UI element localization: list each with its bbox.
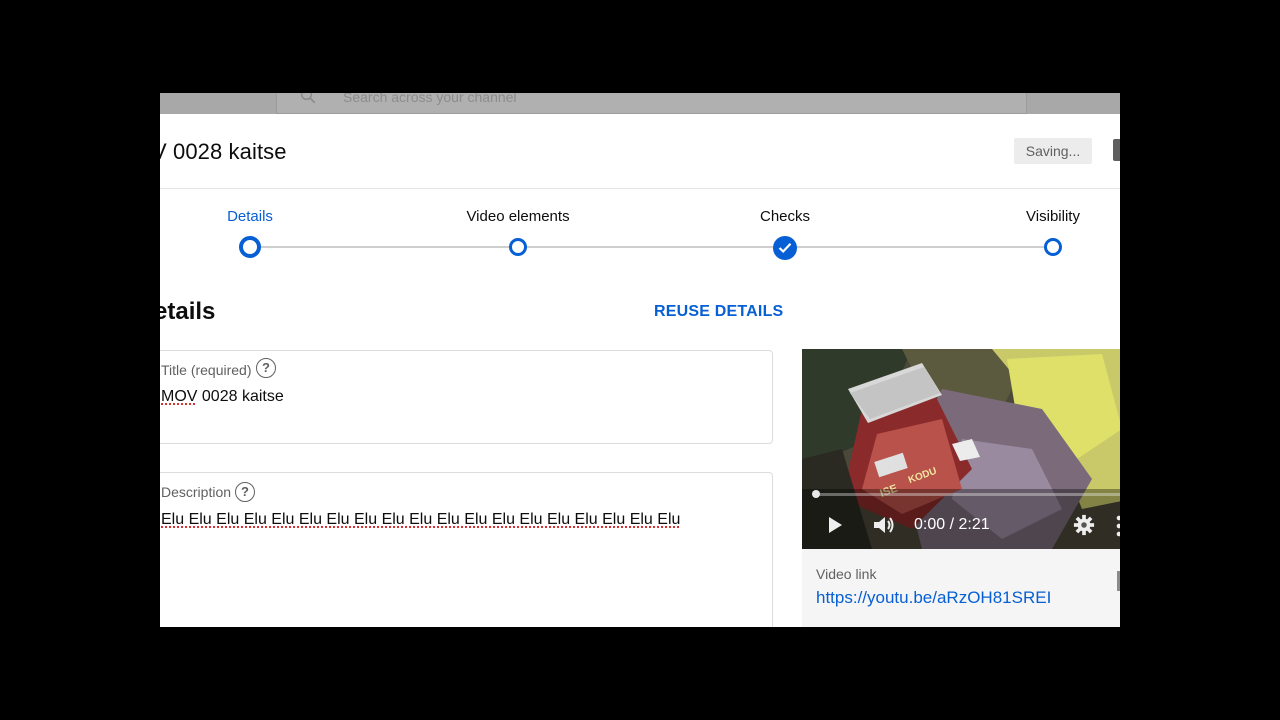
dialog-title: V 0028 kaitse bbox=[160, 139, 287, 164]
title-field-label: Title (required) bbox=[161, 362, 252, 378]
step-dot-checks[interactable] bbox=[773, 236, 797, 260]
header-divider bbox=[160, 188, 1120, 189]
reuse-details-button[interactable]: REUSE DETAILS bbox=[654, 303, 783, 321]
title-value-first-word: MOV bbox=[161, 388, 198, 405]
help-icon[interactable]: ? bbox=[256, 358, 276, 378]
progress-scrubber[interactable] bbox=[812, 490, 820, 498]
video-link-url[interactable]: https://youtu.be/aRzOH81SREI bbox=[816, 588, 1051, 608]
details-heading: etails bbox=[160, 298, 216, 325]
title-field[interactable]: Title (required) ? MOV 0028 kaitse bbox=[160, 350, 773, 444]
gear-icon[interactable] bbox=[1073, 514, 1095, 536]
description-input-value[interactable]: Elu Elu Elu Elu Elu Elu Elu Elu Elu Elu … bbox=[161, 511, 680, 529]
stepper-track bbox=[250, 246, 1053, 248]
step-dot-video-elements[interactable] bbox=[509, 238, 527, 256]
more-options-icon[interactable] bbox=[1116, 515, 1120, 537]
saving-status-badge: Saving... bbox=[1014, 138, 1092, 164]
title-input-value[interactable]: MOV 0028 kaitse bbox=[161, 388, 284, 406]
description-field[interactable]: Description ? Elu Elu Elu Elu Elu Elu El… bbox=[160, 472, 773, 627]
checkmark-icon bbox=[778, 243, 792, 254]
copy-link-icon[interactable] bbox=[1117, 571, 1120, 591]
video-link-label: Video link bbox=[816, 566, 877, 582]
description-field-label: Description bbox=[161, 484, 232, 500]
step-label-checks[interactable]: Checks bbox=[760, 208, 810, 225]
video-progress-bar[interactable] bbox=[814, 493, 1120, 496]
video-time-display: 0:00 / 2:21 bbox=[914, 516, 990, 533]
header-action-icon[interactable] bbox=[1113, 139, 1120, 161]
volume-icon[interactable] bbox=[872, 514, 896, 536]
step-label-visibility[interactable]: Visibility bbox=[1026, 208, 1080, 225]
step-label-video-elements[interactable]: Video elements bbox=[466, 208, 569, 225]
search-icon bbox=[300, 93, 316, 104]
video-preview-player[interactable]: ISE KODU 0:00 / 2:21 bbox=[802, 349, 1120, 549]
search-placeholder: Search across your channel bbox=[343, 93, 517, 105]
studio-header-dimmed: Search across your channel bbox=[160, 93, 1120, 114]
step-dot-details[interactable] bbox=[239, 236, 261, 258]
upload-dialog-frame: Search across your channel V 0028 kaitse… bbox=[160, 93, 1120, 627]
play-icon[interactable] bbox=[829, 517, 842, 533]
channel-search-box[interactable]: Search across your channel bbox=[276, 93, 1027, 114]
title-value-rest: 0028 kaitse bbox=[197, 388, 284, 405]
video-link-panel: Video link https://youtu.be/aRzOH81SREI bbox=[802, 549, 1120, 627]
step-dot-visibility[interactable] bbox=[1044, 238, 1062, 256]
help-icon[interactable]: ? bbox=[235, 482, 255, 502]
step-label-details[interactable]: Details bbox=[227, 208, 273, 225]
